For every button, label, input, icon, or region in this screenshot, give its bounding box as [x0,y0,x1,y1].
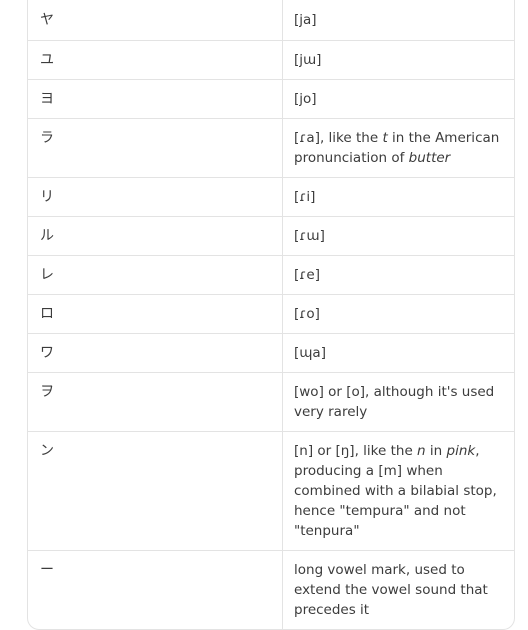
table-row: リ [ɾi] [28,176,514,216]
description-text: [ɾa], like the [294,129,383,146]
kana-cell: ヲ [28,371,283,431]
pronunciation-cell: [ɾo] [282,293,514,333]
table-row: レ [ɾe] [28,254,514,294]
italic-text: pink [446,442,476,459]
table-row: ン [n] or [ŋ], like the n in pink, produci… [28,430,514,550]
italic-text: n [417,442,426,459]
table-row: ヲ [wo] or [o], although it's used very ra… [28,371,514,431]
kana-cell: ユ [28,39,283,79]
description-text: [ɰa] [294,344,326,361]
description-text: [ɾi] [294,188,316,205]
description-text: in [425,442,447,459]
description-text: [jo] [294,90,317,107]
pronunciation-cell: [n] or [ŋ], like the n in pink, producin… [282,430,514,550]
pronunciation-cell: [ɾa], like the t in the American pronunc… [282,117,514,177]
description-text: [ɾɯ] [294,227,325,244]
kana-cell: ラ [28,117,283,177]
table-row: ロ [ɾo] [28,293,514,333]
description-text: long vowel mark, used to extend the vowe… [294,561,488,618]
pronunciation-cell: [wo] or [o], although it's used very rar… [282,371,514,431]
kana-cell: ヨ [28,78,283,118]
pronunciation-cell: [ɰa] [282,332,514,372]
pronunciation-cell: [ɾi] [282,176,514,216]
kana-cell: ー [28,549,283,629]
description-text: [ja] [294,12,317,28]
kana-cell: ヤ [28,0,283,40]
table-row: ヨ [jo] [28,78,514,118]
table-body: ヤ [ja] ユ [jɯ] ヨ [jo] ラ [ɾa], like the t in the … [28,0,514,629]
pronunciation-cell: long vowel mark, used to extend the vowe… [282,549,514,629]
katakana-table: ヤ [ja] ユ [jɯ] ヨ [jo] ラ [ɾa], like the t in the … [27,0,515,630]
kana-cell: ワ [28,332,283,372]
kana-cell: リ [28,176,283,216]
description-text: [wo] or [o], although it's used very rar… [294,383,495,420]
table-row: ー long vowel mark, used to extend the vow… [28,549,514,629]
pronunciation-cell: [jo] [282,78,514,118]
kana-cell: ル [28,215,283,255]
kana-cell: ロ [28,293,283,333]
katakana-pronunciation-table: ヤ [ja] ユ [jɯ] ヨ [jo] ラ [ɾa], like the t in the … [28,0,514,629]
description-text: [ɾo] [294,305,320,322]
kana-cell: レ [28,254,283,294]
kana-cell: ン [28,430,283,550]
table-row: ラ [ɾa], like the t in the American pronun… [28,117,514,177]
italic-text: butter [408,149,451,166]
pronunciation-cell: [ɾe] [282,254,514,294]
table-row: ヤ [ja] [28,0,514,40]
table-row: ル [ɾɯ] [28,215,514,255]
description-text: [n] or [ŋ], like the [294,442,418,459]
pronunciation-cell: [jɯ] [282,39,514,79]
description-text: [ɾe] [294,266,320,283]
table-row: ユ [jɯ] [28,39,514,79]
pronunciation-cell: [ja] [283,0,515,40]
pronunciation-cell: [ɾɯ] [282,215,514,255]
table-row: ワ [ɰa] [28,332,514,372]
description-text: [jɯ] [294,51,322,68]
